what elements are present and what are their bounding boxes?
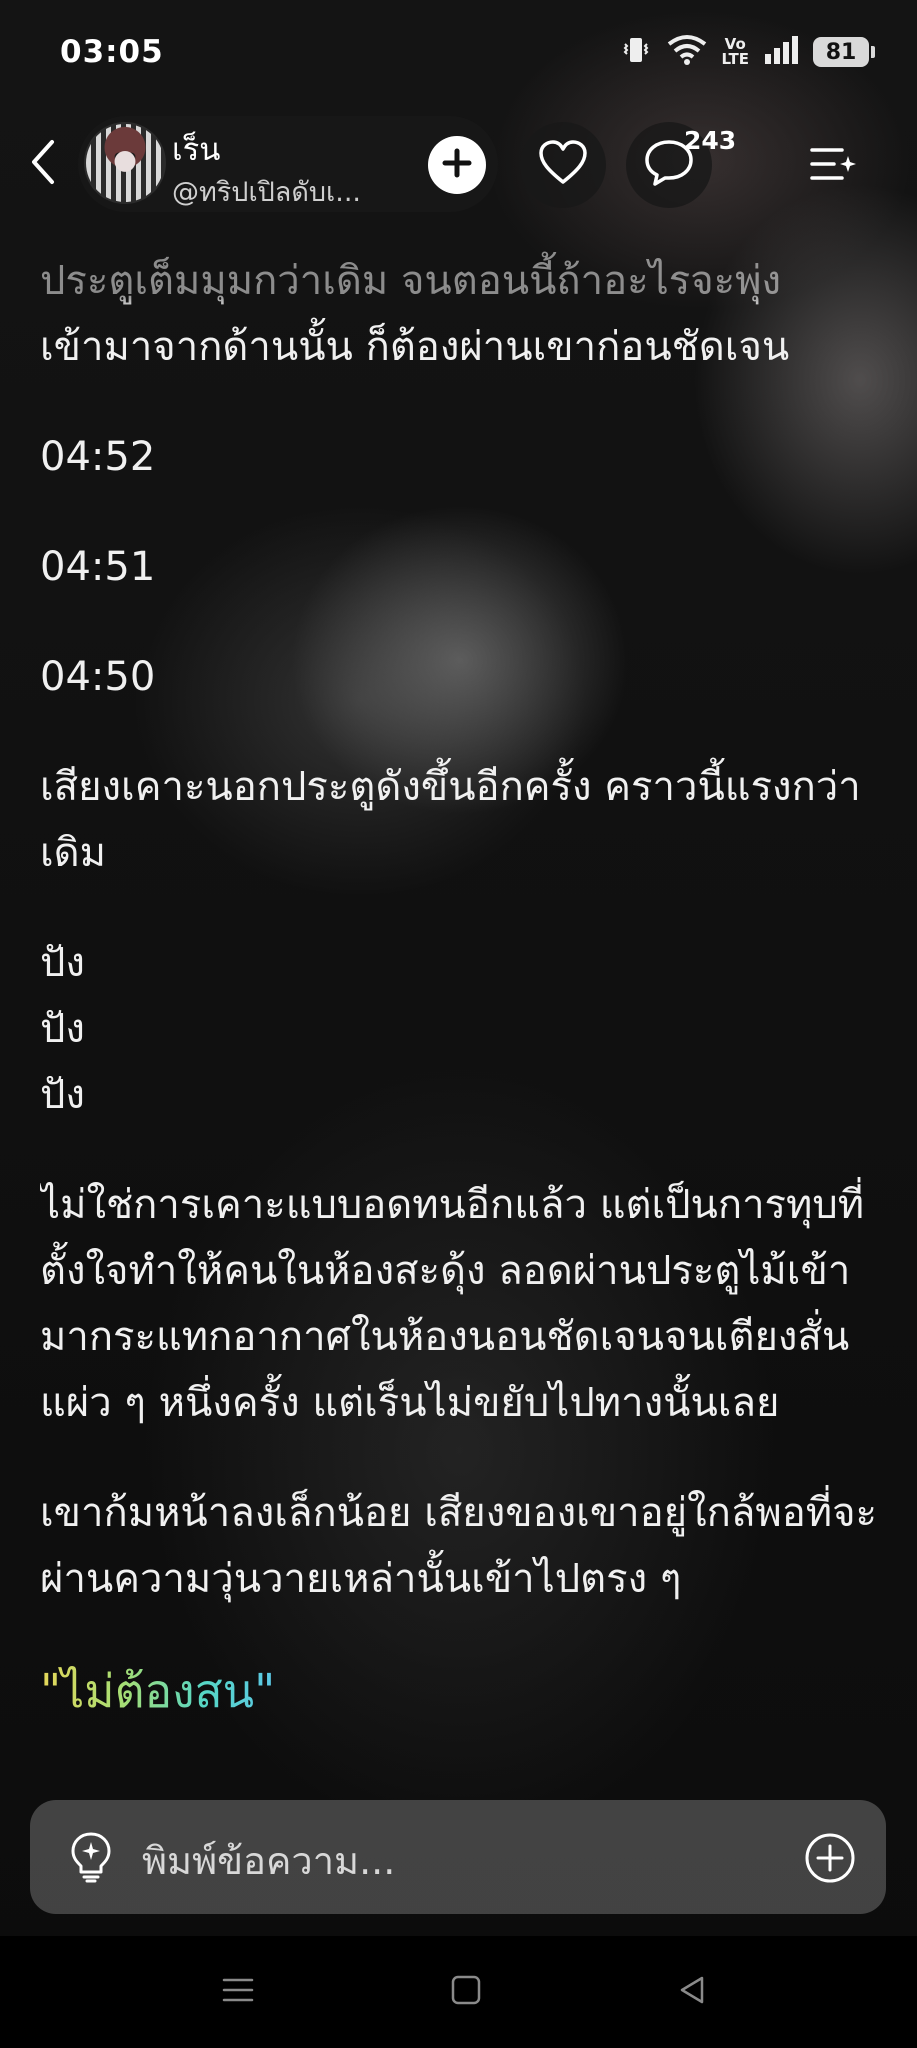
vibrate-icon bbox=[619, 33, 653, 71]
lightbulb-icon[interactable] bbox=[64, 1830, 118, 1884]
follow-button[interactable] bbox=[428, 136, 486, 194]
chevron-left-icon bbox=[28, 138, 58, 190]
story-paragraph: ไม่ใช่การเคาะแบบอดทนอีกแล้ว แต่เป็นการทุ… bbox=[40, 1182, 865, 1426]
story-countdown: 04:52 bbox=[40, 434, 156, 480]
system-navigation-bar bbox=[0, 1936, 917, 2048]
story-countdown: 04:51 bbox=[40, 544, 156, 590]
story-sound: ปัง bbox=[40, 940, 85, 986]
status-icons: Vo LTE 81 bbox=[619, 32, 875, 72]
wifi-icon bbox=[667, 34, 707, 70]
back-button[interactable] bbox=[18, 134, 68, 194]
avatar[interactable] bbox=[84, 122, 166, 204]
story-paragraph: เขาก้มหน้าลงเล็กน้อย เสียงของเขาอยู่ใกล้… bbox=[40, 1490, 878, 1602]
author-name: เร็น bbox=[172, 132, 221, 168]
hamburger-icon bbox=[222, 1976, 254, 2008]
menu-sparkle-icon bbox=[808, 142, 856, 190]
volte-indicator: Vo LTE bbox=[721, 35, 749, 68]
signal-icon bbox=[763, 34, 799, 70]
author-handle: @ทริปเปิลดับเ... bbox=[172, 177, 361, 208]
story-dialogue: "ไม่ต้องสน" bbox=[40, 1656, 275, 1726]
message-input[interactable]: พิมพ์ข้อความ... bbox=[30, 1800, 886, 1914]
story-paragraph: เข้ามาจากด้านนั้น ก็ต้องผ่านเขาก่อนชัดเจ… bbox=[40, 324, 790, 370]
story-sound: ปัง bbox=[40, 1006, 85, 1052]
nav-home-button[interactable] bbox=[444, 1970, 488, 2014]
message-input-placeholder: พิมพ์ข้อความ... bbox=[142, 1839, 396, 1883]
like-button[interactable] bbox=[520, 122, 606, 208]
square-icon bbox=[450, 1974, 482, 2010]
battery-indicator: 81 bbox=[813, 37, 875, 67]
story-paragraph: เสียงเคาะนอกประตูดังขึ้นอีกครั้ง คราวนี้… bbox=[40, 764, 861, 876]
triangle-back-icon bbox=[676, 1974, 708, 2010]
nav-back-button[interactable] bbox=[670, 1970, 714, 2014]
story-header: เร็น @ทริปเปิลดับเ... 243 bbox=[0, 112, 917, 216]
comment-count: 243 bbox=[684, 126, 737, 155]
chapter-menu-button[interactable] bbox=[802, 136, 862, 196]
story-sound: ปัง bbox=[40, 1072, 85, 1118]
plus-icon bbox=[441, 147, 473, 183]
nav-menu-button[interactable] bbox=[216, 1970, 260, 2014]
status-bar: 03:05 Vo LTE 81 bbox=[0, 0, 917, 100]
story-countdown: 04:50 bbox=[40, 654, 156, 700]
status-time: 03:05 bbox=[60, 34, 164, 70]
story-paragraph-faded: ประตูเต็มมุมกว่าเดิม จนตอนนี้ถ้าอะไรจะพุ… bbox=[40, 258, 782, 304]
story-content: ประตูเต็มมุมกว่าเดิม จนตอนนี้ถ้าอะไรจะพุ… bbox=[40, 234, 890, 1794]
plus-circle-icon[interactable] bbox=[804, 1832, 856, 1884]
heart-icon bbox=[538, 140, 588, 190]
